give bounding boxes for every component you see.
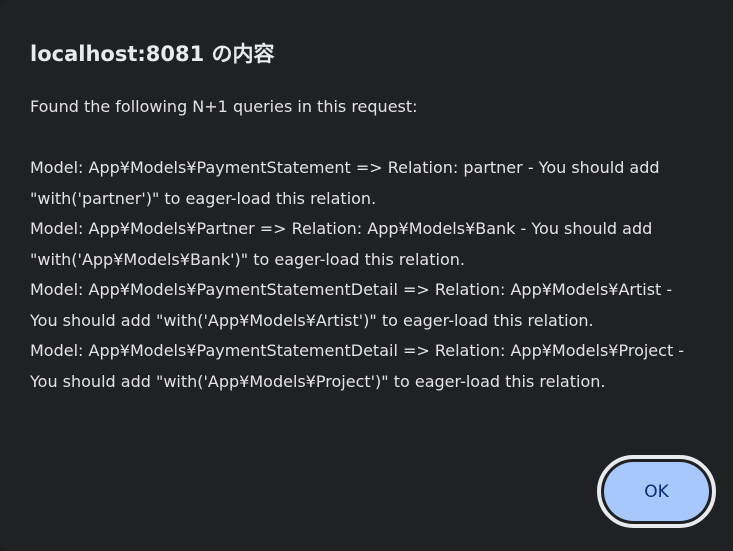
ok-button-label: OK [604,462,709,521]
message-line: You should add "with('App¥Models¥Artist'… [30,310,594,330]
message-line: You should add "with('App¥Models¥Project… [30,371,606,391]
message-line: Model: App¥Models¥PaymentStatement => Re… [30,158,660,177]
alert-dialog: localhost:8081 の内容 Found the following N… [0,0,733,551]
ok-button[interactable]: OK [597,455,716,528]
message-line: Model: App¥Models¥PaymentStatementDetail… [30,280,673,299]
dialog-title: localhost:8081 の内容 [30,42,275,66]
message-intro: Found the following N+1 queries in this … [30,97,418,116]
message-line: "with('partner')" to eager-load this rel… [30,188,377,208]
message-line: "with('App¥Models¥Bank')" to eager-load … [30,249,465,269]
message-line: Model: App¥Models¥PaymentStatementDetail… [30,341,685,360]
message-line: Model: App¥Models¥Partner => Relation: A… [30,219,653,238]
dialog-message: Found the following N+1 queries in this … [30,92,710,397]
